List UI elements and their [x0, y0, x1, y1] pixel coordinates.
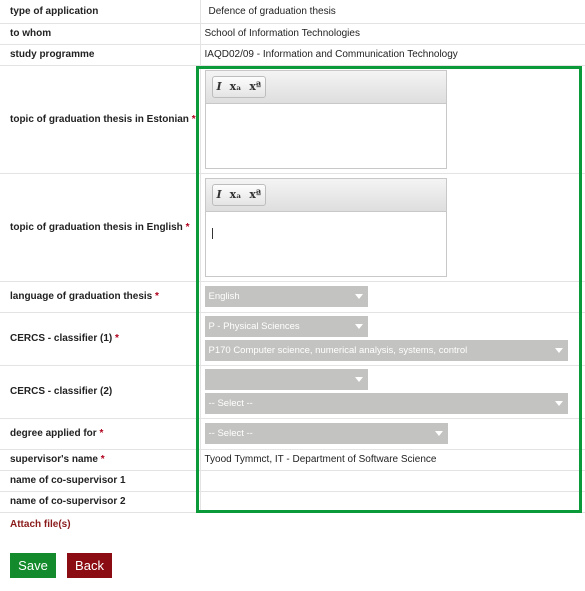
chevron-down-icon	[554, 401, 563, 406]
cercs2-label: CERCS - classifier (2)	[0, 365, 201, 419]
topic-en-editor[interactable]: I xₐ xª	[204, 177, 447, 277]
chevron-down-icon	[554, 348, 563, 353]
required-mark: *	[99, 428, 104, 439]
supervisor-value: Tyood Tymmct, IT - Department of Softwar…	[200, 449, 585, 471]
topic-en-textarea[interactable]	[206, 212, 446, 276]
row-degree: degree applied for * -- Select --	[0, 418, 585, 450]
programme-label: study programme	[0, 44, 201, 66]
row-cercs2: CERCS - classifier (2) -- Select --	[0, 365, 585, 419]
required-mark: *	[191, 113, 196, 125]
topic-en-label: topic of graduation thesis in English	[10, 221, 183, 233]
row-cercs1: CERCS - classifier (1) * P - Physical Sc…	[0, 312, 585, 366]
required-mark: *	[115, 333, 119, 344]
cercs1-label: CERCS - classifier (1)	[10, 333, 113, 344]
editor-toolbar: I xₐ xª	[205, 178, 446, 212]
cercs2-field-select[interactable]	[204, 369, 368, 390]
row-whom: to whom School of Information Technologi…	[0, 23, 585, 45]
cercs1-code-select[interactable]: P170 Computer science, numerical analysi…	[204, 340, 568, 361]
superscript-icon[interactable]: xª	[249, 188, 261, 201]
whom-value: School of Information Technologies	[200, 23, 585, 45]
back-button[interactable]: Back	[67, 553, 112, 578]
chevron-down-icon	[354, 294, 363, 299]
subscript-icon[interactable]: xₐ	[230, 188, 242, 201]
row-supervisor: supervisor's name * Tyood Tymmct, IT - D…	[0, 449, 585, 471]
save-button[interactable]: Save	[10, 553, 56, 578]
cosup1-label: name of co-supervisor 1	[0, 470, 201, 492]
cosup2-value[interactable]	[200, 491, 585, 513]
row-type: type of application Defence of graduatio…	[0, 0, 585, 24]
row-topic-en: topic of graduation thesis in English * …	[0, 173, 585, 282]
required-mark: *	[185, 221, 190, 233]
italic-icon[interactable]: I	[217, 188, 222, 201]
programme-value: IAQD02/09 - Information and Communicatio…	[200, 44, 585, 66]
editor-toolbar: I xₐ xª	[205, 70, 446, 104]
attach-files-link[interactable]: Attach file(s)	[10, 519, 71, 530]
chevron-down-icon	[354, 377, 363, 382]
topic-et-label: topic of graduation thesis in Estonian	[10, 113, 189, 125]
row-cosup1: name of co-supervisor 1	[0, 470, 585, 492]
row-programme: study programme IAQD02/09 - Information …	[0, 44, 585, 66]
topic-et-editor[interactable]: I xₐ xª	[204, 69, 447, 169]
italic-icon[interactable]: I	[217, 80, 222, 93]
text-caret	[211, 227, 213, 239]
topic-et-textarea[interactable]	[206, 104, 446, 168]
type-value: Defence of graduation thesis	[200, 0, 585, 24]
row-cosup2: name of co-supervisor 2	[0, 491, 585, 513]
cercs2-code-value: -- Select --	[208, 398, 253, 409]
cercs1-field-select[interactable]: P - Physical Sciences	[204, 316, 368, 337]
cercs1-code-value: P170 Computer science, numerical analysi…	[208, 345, 468, 356]
language-label: language of graduation thesis	[10, 291, 153, 302]
cercs1-field-value: P - Physical Sciences	[208, 321, 300, 332]
cosup2-label: name of co-supervisor 2	[0, 491, 201, 513]
language-select-value: English	[208, 291, 240, 302]
supervisor-label: supervisor's name	[10, 454, 98, 465]
cosup1-value[interactable]	[200, 470, 585, 492]
subscript-icon[interactable]: xₐ	[230, 80, 242, 93]
chevron-down-icon	[434, 431, 443, 436]
degree-label: degree applied for	[10, 428, 97, 439]
required-mark: *	[100, 454, 105, 465]
chevron-down-icon	[354, 324, 363, 329]
degree-select-value: -- Select --	[208, 428, 253, 439]
required-mark: *	[155, 291, 159, 302]
superscript-icon[interactable]: xª	[249, 80, 261, 93]
degree-select[interactable]: -- Select --	[204, 423, 448, 444]
type-label: type of application	[0, 0, 201, 24]
application-form: type of application Defence of graduatio…	[0, 0, 585, 513]
row-language: language of graduation thesis * English	[0, 281, 585, 313]
whom-label: to whom	[0, 23, 201, 45]
language-select[interactable]: English	[204, 286, 368, 307]
cercs2-code-select[interactable]: -- Select --	[204, 393, 568, 414]
row-topic-et: topic of graduation thesis in Estonian *…	[0, 65, 585, 174]
